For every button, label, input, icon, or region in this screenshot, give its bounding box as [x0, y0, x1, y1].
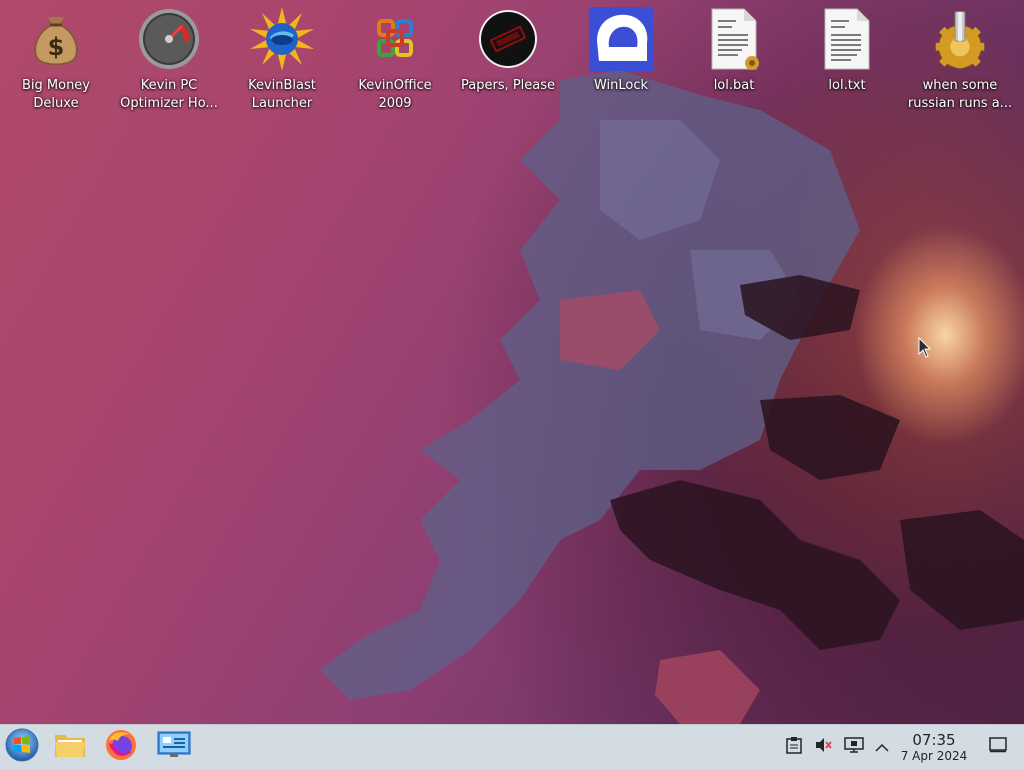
desktop-icon-papers-please[interactable]: Papers, Please	[452, 6, 564, 114]
start-button[interactable]	[3, 728, 41, 766]
desktop-icon-winlock[interactable]: WinLock	[565, 6, 677, 114]
globe-burst-icon	[250, 6, 314, 72]
desktop-icon-label: KevinOffice 2009	[358, 78, 432, 111]
clock[interactable]: 07:35 7 Apr 2024	[894, 731, 974, 763]
desktop-icon-label: lol.bat	[713, 78, 755, 93]
desktop-icon-label: KevinBlast Launcher	[248, 78, 316, 111]
winlock-icon	[589, 6, 653, 72]
desktop-icon-label: lol.txt	[828, 78, 866, 93]
show-desktop-button[interactable]	[988, 737, 1008, 757]
desktop-icon-label: Big Money Deluxe	[21, 78, 90, 111]
desktop-icon-lol-txt[interactable]: lol.txt	[791, 6, 903, 114]
folder-icon	[54, 731, 86, 763]
desktop: $ Big Money Deluxe Kevin PC Optimizer Ho…	[0, 0, 1024, 724]
desktop-icon-russian-runs[interactable]: when some russian runs a...	[904, 6, 1016, 114]
desktop-icon-kevinoffice-2009[interactable]: KevinOffice 2009	[339, 6, 451, 114]
chevron-up-icon	[875, 738, 889, 757]
gear-icon	[928, 6, 992, 72]
firefox-icon	[105, 729, 137, 765]
clipboard-icon	[786, 736, 802, 758]
display-tray-button[interactable]	[844, 737, 864, 757]
money-bag-icon: $	[24, 6, 88, 72]
file-manager-button[interactable]	[51, 729, 89, 765]
clock-time: 07:35	[912, 731, 956, 749]
batch-file-icon	[702, 6, 766, 72]
desktop-icon-label: when some russian runs a...	[907, 78, 1013, 111]
desktop-icon-lol-bat[interactable]: lol.bat	[678, 6, 790, 114]
firefox-button[interactable]	[102, 729, 140, 765]
volume-tray-button[interactable]	[813, 737, 833, 757]
stamp-seal-icon	[476, 6, 540, 72]
desktop-icon-label: Kevin PC Optimizer Ho...	[120, 78, 218, 111]
monitor-app-icon	[157, 731, 191, 763]
desktop-icon-kevin-pc-optimizer[interactable]: Kevin PC Optimizer Ho...	[113, 6, 225, 114]
mouse-pointer-icon	[918, 336, 932, 363]
speaker-muted-icon	[814, 736, 832, 758]
show-desktop-icon	[989, 737, 1007, 757]
office-logo-icon	[363, 6, 427, 72]
display-icon	[844, 736, 864, 758]
start-orb-icon	[5, 728, 39, 766]
desktop-icon-label: WinLock	[593, 78, 649, 93]
speedometer-icon	[137, 6, 201, 72]
svg-text:$: $	[48, 33, 65, 61]
text-file-icon	[815, 6, 879, 72]
clipboard-tray-button[interactable]	[784, 737, 804, 757]
remote-desktop-button[interactable]	[155, 729, 193, 765]
desktop-icon-label: Papers, Please	[460, 78, 556, 93]
taskbar: 07:35 7 Apr 2024	[0, 724, 1024, 769]
desktop-icon-kevinblast-launcher[interactable]: KevinBlast Launcher	[226, 6, 338, 114]
show-hidden-icons-button[interactable]	[872, 737, 892, 757]
desktop-icon-big-money-deluxe[interactable]: $ Big Money Deluxe	[0, 6, 112, 114]
clock-date: 7 Apr 2024	[900, 749, 968, 763]
